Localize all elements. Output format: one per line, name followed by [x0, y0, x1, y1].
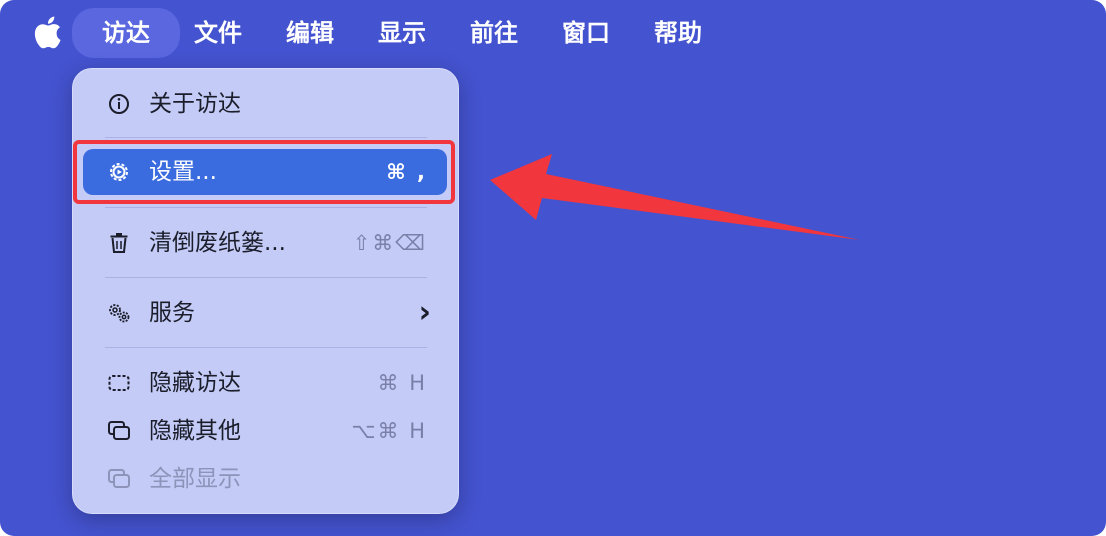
menu-item-hide-finder[interactable]: 隐藏访达 ⌘ H: [83, 360, 447, 406]
menubar-item-edit[interactable]: 编辑: [278, 8, 342, 58]
menubar-item-view[interactable]: 显示: [370, 8, 434, 58]
trash-icon: [110, 233, 128, 253]
annotation-highlight-box: [73, 140, 455, 204]
menu-item-hide-others[interactable]: 隐藏其他 ⌥⌘ H: [83, 408, 447, 454]
menu-bar: 访达 文件 编辑 显示 前往 窗口 帮助: [0, 0, 1106, 66]
menu-item-about-finder[interactable]: 关于访达: [83, 81, 447, 127]
chevron-right-icon: ›: [418, 295, 433, 330]
menubar-item-file[interactable]: 文件: [186, 8, 250, 58]
menu-item-label: 服务: [149, 300, 195, 326]
hide-others-icon: [108, 421, 130, 440]
menu-item-shortcut: ⇧⌘⌫: [352, 231, 427, 255]
show-all-icon: [108, 469, 130, 488]
menu-item-shortcut: ⌘ H: [377, 371, 427, 395]
menu-item-label: 清倒废纸篓...: [149, 230, 286, 256]
menu-item-empty-trash[interactable]: 清倒废纸篓... ⇧⌘⌫: [83, 220, 447, 266]
menu-separator: [105, 347, 427, 348]
desktop: 访达 文件 编辑 显示 前往 窗口 帮助 关于访达 设置... ⌘ , 清倒废纸…: [0, 0, 1106, 536]
apple-logo-icon[interactable]: [32, 14, 62, 50]
menu-separator: [105, 207, 427, 208]
menu-item-services[interactable]: 服务 ›: [83, 290, 447, 336]
menubar-item-help[interactable]: 帮助: [646, 8, 710, 58]
annotation-arrow-icon: [490, 154, 860, 240]
menu-item-show-all: 全部显示: [83, 456, 447, 502]
menubar-item-go[interactable]: 前往: [462, 8, 526, 58]
menu-item-label: 隐藏访达: [149, 370, 241, 396]
menu-item-label: 隐藏其他: [149, 418, 241, 444]
services-icon: [109, 304, 130, 323]
menubar-item-finder[interactable]: 访达: [72, 8, 180, 58]
hide-window-icon: [108, 375, 130, 391]
menu-separator: [105, 137, 427, 138]
info-icon: [109, 94, 129, 114]
menubar-item-window[interactable]: 窗口: [554, 8, 618, 58]
menu-separator: [105, 277, 427, 278]
menu-item-label: 全部显示: [149, 466, 241, 492]
menu-item-shortcut: ⌥⌘ H: [351, 419, 427, 443]
finder-dropdown-menu: 关于访达 设置... ⌘ , 清倒废纸篓... ⇧⌘⌫ 服务 › 隐藏访达 ⌘ …: [72, 68, 459, 514]
menu-item-label: 关于访达: [149, 91, 241, 117]
